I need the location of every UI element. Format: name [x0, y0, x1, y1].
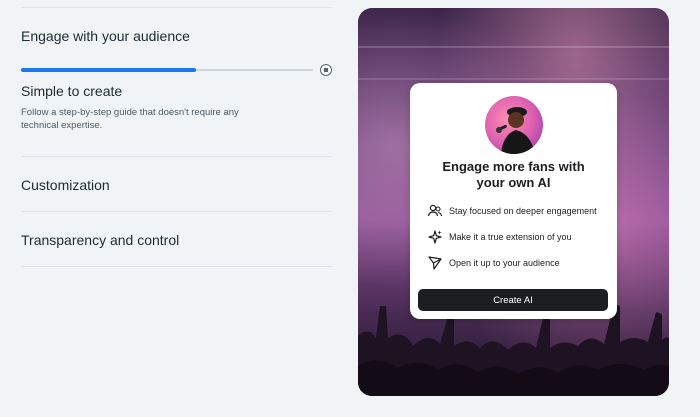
description-line: technical expertise.: [21, 120, 103, 131]
divider: [21, 7, 332, 8]
feature-label: Make it a true extension of you: [449, 232, 572, 242]
pause-icon[interactable]: [320, 64, 332, 76]
divider: [21, 266, 332, 267]
people-icon: [427, 204, 443, 217]
create-ai-button[interactable]: Create AI: [418, 289, 608, 311]
ai-promo-card: Engage more fans with your own AI Stay f…: [410, 83, 617, 319]
card-title-line: Engage more fans with: [442, 159, 585, 174]
section-simple-description: Follow a step-by-step guide that doesn't…: [21, 106, 239, 132]
feature-label: Open it up to your audience: [449, 258, 560, 268]
section-transparency-title[interactable]: Transparency and control: [21, 232, 179, 248]
send-icon: [428, 256, 442, 270]
stage-truss: [358, 78, 669, 80]
divider: [21, 156, 332, 157]
section-customization-title[interactable]: Customization: [21, 177, 110, 193]
avatar: [485, 96, 543, 154]
card-title: Engage more fans with your own AI: [410, 159, 617, 190]
card-title-line: your own AI: [476, 174, 551, 190]
progress-fill: [21, 68, 196, 72]
feature-item: Make it a true extension of you: [427, 229, 607, 245]
progress-bar: [21, 64, 332, 76]
sparkle-icon: [428, 230, 442, 244]
section-simple-title[interactable]: Simple to create: [21, 83, 122, 99]
feature-item: Open it up to your audience: [427, 255, 607, 271]
section-engage-title[interactable]: Engage with your audience: [21, 28, 190, 44]
feature-label: Stay focused on deeper engagement: [449, 206, 597, 216]
description-line: Follow a step-by-step guide that doesn't…: [21, 107, 239, 118]
stage-truss: [358, 46, 669, 48]
feature-item: Stay focused on deeper engagement: [427, 203, 607, 219]
singer-photo: [496, 107, 535, 154]
divider: [21, 211, 332, 212]
